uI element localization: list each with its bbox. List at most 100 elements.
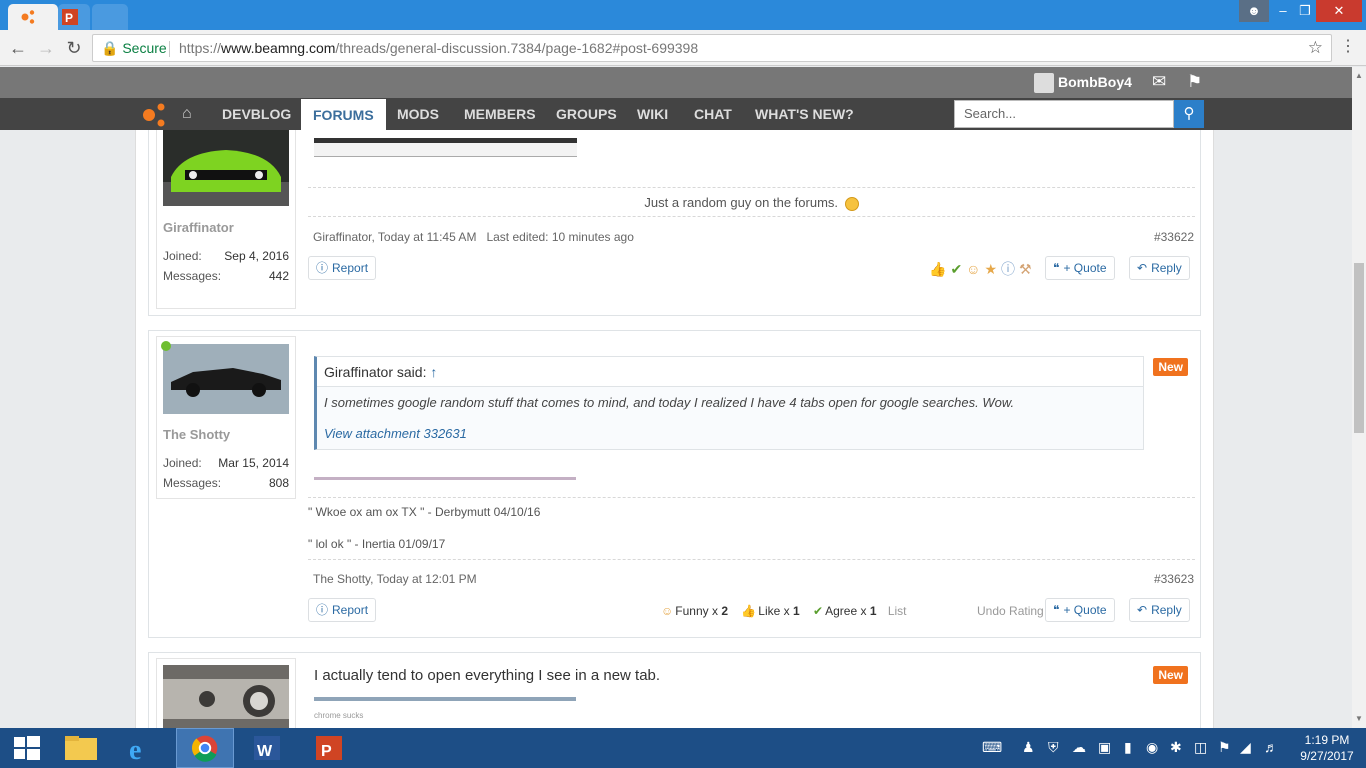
file-explorer-icon[interactable] <box>53 728 111 768</box>
quote-block: Giraffinator said: ↑ I sometimes google … <box>314 356 1144 450</box>
view-attachment-link[interactable]: View attachment 332631 <box>324 426 1136 441</box>
volume-muted-icon[interactable]: ♬ <box>1264 739 1278 755</box>
goto-quoted-post-icon[interactable]: ↑ <box>430 364 437 380</box>
people-icon[interactable]: ♟ <box>1022 739 1035 756</box>
home-icon[interactable]: ⌂ <box>182 98 192 130</box>
address-bar[interactable]: 🔒 Secure https://www.beamng.com/threads/… <box>92 34 1332 62</box>
quote-icon: ❝ <box>1053 261 1060 275</box>
internet-explorer-icon[interactable]: e <box>114 728 172 768</box>
tongue-emoji-icon <box>844 196 859 211</box>
security-icon[interactable]: ⛨ <box>1048 739 1059 756</box>
chrome-icon[interactable] <box>176 728 234 768</box>
post-author-name[interactable]: The Shotty <box>163 427 230 442</box>
battery-icon[interactable]: ▮ <box>1124 739 1132 756</box>
nav-devblog[interactable]: DEVBLOG <box>222 98 291 130</box>
author-stats: Joined: Sep 4, 2016 Messages: 442 <box>163 249 289 283</box>
keyboard-icon[interactable]: ⌨ <box>982 739 1002 756</box>
site-userbar: BombBoy4 ✉ ⚑ <box>0 67 1352 98</box>
forward-arrow-icon[interactable]: → <box>34 36 58 60</box>
author-avatar[interactable] <box>163 665 289 728</box>
tab-beamng[interactable] <box>8 4 58 30</box>
rating-agree[interactable]: ✔ Agree x 1 <box>813 604 876 618</box>
tab-powerpoint[interactable]: P <box>58 4 90 30</box>
post-number-link[interactable]: #33622 <box>1154 230 1194 244</box>
quote-button[interactable]: ❝ + Quote <box>1045 598 1115 622</box>
powerpoint-favicon-icon: P <box>62 9 78 25</box>
post-author-block: The Shotty Joined: Mar 15, 2014 Messages:… <box>156 336 296 499</box>
close-button[interactable]: ✕ <box>1316 0 1362 22</box>
attachment-thumbnail[interactable] <box>314 138 577 157</box>
back-arrow-icon[interactable]: ← <box>6 36 30 60</box>
scroll-up-icon[interactable]: ▲ <box>1355 71 1363 80</box>
system-clock[interactable]: 1:19 PM 9/27/2017 <box>1296 732 1358 764</box>
like-icon: 👍 <box>741 604 757 618</box>
informative-icon[interactable]: ⓘ <box>1001 261 1019 277</box>
author-avatar[interactable] <box>163 130 289 206</box>
profile-icon[interactable]: ☻ <box>1239 0 1269 22</box>
nav-forums[interactable]: FORUMS <box>301 99 386 130</box>
post-number-link[interactable]: #33623 <box>1154 572 1194 586</box>
rating-funny[interactable]: ☺ Funny x 2 <box>661 604 728 618</box>
envelope-icon[interactable]: ✉ <box>1152 72 1166 92</box>
bluetooth-icon[interactable]: ✱ <box>1170 739 1182 756</box>
user-avatar[interactable] <box>1034 73 1054 93</box>
author-avatar[interactable] <box>163 344 289 414</box>
eye-icon[interactable]: ◉ <box>1146 739 1158 756</box>
reload-icon[interactable]: ↻ <box>62 36 86 60</box>
search-input[interactable]: Search... <box>954 100 1174 128</box>
lock-icon: 🔒 <box>101 40 119 56</box>
browser-menu-icon[interactable]: ⋮ <box>1340 36 1356 56</box>
nav-whats-new[interactable]: WHAT'S NEW? <box>755 98 854 130</box>
meta-divider <box>308 216 1195 217</box>
signature-line: " lol ok " - Inertia 01/09/17 <box>308 537 446 551</box>
beamng-favicon-icon <box>21 10 35 24</box>
nav-groups[interactable]: GROUPS <box>556 98 617 130</box>
thread-content: Giraffinator Joined: Sep 4, 2016 Messages… <box>135 130 1214 728</box>
report-button[interactable]: ⓘ Report <box>308 598 377 622</box>
funny-icon[interactable]: ☺ <box>966 261 984 277</box>
reply-button[interactable]: ↶ Reply <box>1129 598 1190 622</box>
useful-icon[interactable]: ★ <box>984 261 1001 277</box>
powerpoint-icon[interactable]: P <box>300 728 358 768</box>
post-meta: The Shotty, Today at 12:01 PM <box>313 572 477 586</box>
wrench-icon[interactable]: ⚒ <box>1019 261 1036 277</box>
agree-icon: ✔ <box>813 604 824 618</box>
quote-icon: ❝ <box>1053 603 1060 617</box>
display-icon[interactable]: ▣ <box>1098 739 1111 756</box>
attachment-thumbnail[interactable] <box>314 697 576 701</box>
flag-error-icon[interactable]: ⚑ <box>1218 739 1231 756</box>
tab-new[interactable] <box>92 4 128 30</box>
nav-members[interactable]: MEMBERS <box>464 98 536 130</box>
search-icon[interactable]: ⚲ <box>1174 100 1204 128</box>
url-text: https://www.beamng.com/threads/general-d… <box>179 40 699 56</box>
nav-chat[interactable]: CHAT <box>694 98 732 130</box>
scroll-thumb[interactable] <box>1354 263 1364 433</box>
beamng-logo-icon[interactable] <box>141 103 167 127</box>
cloud-icon[interactable]: ☁ <box>1072 739 1086 756</box>
nav-mods[interactable]: MODS <box>397 98 439 130</box>
word-icon[interactable]: W <box>238 728 296 768</box>
rating-like[interactable]: 👍 Like x 1 <box>741 604 799 618</box>
scroll-down-icon[interactable]: ▼ <box>1355 714 1363 723</box>
post-author-name[interactable]: Giraffinator <box>163 220 234 235</box>
network-share-icon[interactable]: ◫ <box>1194 739 1207 756</box>
url-separator <box>169 41 170 57</box>
user-name-link[interactable]: BombBoy4 <box>1058 74 1132 90</box>
flag-icon[interactable]: ⚑ <box>1187 72 1202 92</box>
quote-button[interactable]: ❝ + Quote <box>1045 256 1115 280</box>
like-icon[interactable]: 👍 <box>929 261 950 277</box>
bookmark-star-icon[interactable]: ☆ <box>1308 38 1323 58</box>
rating-options[interactable]: 👍✔☺★ⓘ⚒ <box>929 259 1036 279</box>
report-button[interactable]: ⓘ Report <box>308 256 377 280</box>
ratings-list-link[interactable]: List <box>888 604 907 618</box>
page-scrollbar[interactable]: ▲ ▼ <box>1352 67 1366 728</box>
nav-wiki[interactable]: WIKI <box>637 98 668 130</box>
windows-start-icon[interactable] <box>0 728 58 768</box>
undo-rating-link[interactable]: Undo Rating <box>977 604 1044 618</box>
post-next: New I actually tend to open everything I… <box>148 652 1201 728</box>
wifi-signal-icon[interactable]: ◢ <box>1240 739 1251 756</box>
browser-toolbar: ← → ↻ 🔒 Secure https://www.beamng.com/th… <box>0 30 1366 66</box>
quote-header: Giraffinator said: ↑ <box>317 357 1143 387</box>
reply-button[interactable]: ↶ Reply <box>1129 256 1190 280</box>
agree-icon[interactable]: ✔ <box>950 261 966 277</box>
